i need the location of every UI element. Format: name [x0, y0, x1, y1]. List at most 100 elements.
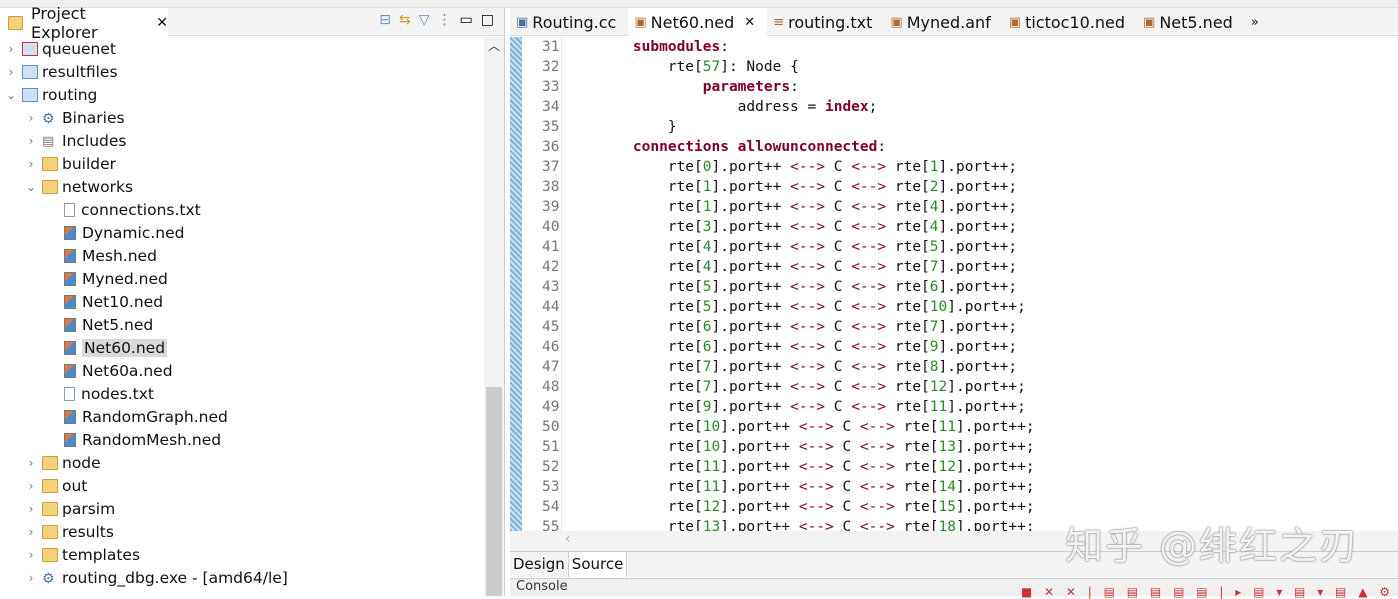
tree-item[interactable]: › ▤ Includes — [0, 129, 484, 152]
tab-source[interactable]: Source — [568, 552, 628, 577]
expand-chevron-icon[interactable]: › — [24, 525, 38, 539]
code-token: ].port++; — [947, 399, 1026, 415]
tree-item[interactable]: › ⚙ Binaries — [0, 106, 484, 129]
tree-item[interactable]: Net10.ned — [0, 290, 484, 313]
console-tab[interactable]: Console — [516, 579, 568, 594]
expand-chevron-icon[interactable]: › — [4, 42, 18, 56]
tree-item[interactable]: › ⚙ routing_dbg.exe - [amd64/le] — [0, 566, 484, 589]
tree-item[interactable]: ⌄ routing — [0, 83, 484, 106]
code-line: 35 } — [510, 117, 1035, 137]
view-menu-icon[interactable]: ⋮ — [438, 12, 452, 28]
tree-item[interactable]: › node — [0, 451, 484, 474]
expand-chevron-icon[interactable]: › — [24, 479, 38, 493]
editor-tab[interactable]: ▣ Routing.cc — [510, 8, 628, 36]
editor-tab-label: routing.txt — [788, 12, 873, 32]
tree-item[interactable]: › results — [0, 520, 484, 543]
collapse-chevron-icon[interactable]: ⌄ — [4, 88, 18, 102]
code-token: ].port++; — [955, 499, 1035, 515]
code-line: 54 rte[12].port++ <--> C <--> rte[15].po… — [510, 497, 1035, 517]
minimize-icon[interactable]: ▭ — [460, 12, 473, 28]
line-number: 50 — [542, 419, 560, 435]
tree-item[interactable]: › resultfiles — [0, 60, 484, 83]
code-token: rte[ — [886, 219, 930, 235]
tree-item[interactable]: ⌄ networks — [0, 175, 484, 198]
scrollbar-thumb[interactable] — [486, 387, 502, 596]
tree-item[interactable]: › queuenet — [0, 37, 484, 60]
binaries-icon: ⚙ — [42, 110, 55, 127]
tree-item[interactable]: Dynamic.ned — [0, 221, 484, 244]
expand-chevron-icon[interactable]: › — [24, 111, 38, 125]
arrow-operator: <--> — [859, 519, 895, 531]
code-token: C — [825, 159, 852, 175]
close-icon[interactable]: ✕ — [744, 15, 755, 30]
code-token: rte[ — [598, 159, 703, 175]
code-line: 53 rte[11].port++ <--> C <--> rte[14].po… — [510, 477, 1035, 497]
code-line: 50 rte[10].port++ <--> C <--> rte[11].po… — [510, 417, 1035, 437]
code-token: rte[ — [598, 419, 703, 435]
code-token: C — [833, 479, 860, 495]
code-token: ].port++ — [711, 279, 791, 295]
link-editor-icon[interactable]: ⇆ — [399, 12, 411, 28]
binaries-icon: ⚙ — [42, 570, 55, 587]
expand-chevron-icon[interactable]: › — [24, 571, 38, 585]
line-number: 36 — [542, 139, 560, 155]
tree-item[interactable]: Net60a.ned — [0, 359, 484, 382]
code-text: rte[6].port++ <--> C <--> rte[9].port++; — [562, 337, 1017, 357]
editor-tab[interactable]: ▣ Net60.ned ✕ — [628, 8, 768, 36]
line-number: 46 — [542, 339, 560, 355]
tabs-overflow-button[interactable]: » — [1245, 8, 1271, 36]
tree-item[interactable]: RandomGraph.ned — [0, 405, 484, 428]
tree-item[interactable]: › parsim — [0, 497, 484, 520]
expand-chevron-icon[interactable]: › — [24, 548, 38, 562]
line-number: 31 — [542, 39, 560, 55]
code-token: ].port++ — [711, 339, 791, 355]
editor-tab[interactable]: ▣ Myned.anf — [884, 8, 1002, 36]
number-literal: 8 — [929, 359, 939, 375]
collapse-chevron-icon[interactable]: ⌄ — [24, 180, 38, 194]
code-token: rte[ — [886, 239, 930, 255]
tree-item[interactable]: › out — [0, 474, 484, 497]
code-text: parameters: — [562, 77, 799, 97]
editor-tab[interactable]: ≡ routing.txt — [767, 8, 884, 36]
arrow-operator: <--> — [851, 319, 887, 335]
code-text: rte[3].port++ <--> C <--> rte[4].port++; — [562, 217, 1017, 237]
maximize-icon[interactable]: □ — [481, 12, 494, 28]
code-token: rte[ — [886, 199, 930, 215]
code-editor[interactable]: 31 submodules: 32 rte[57]: Node {33 param… — [510, 37, 1398, 531]
arrow-operator: <--> — [790, 179, 825, 195]
tree-item[interactable]: Myned.ned — [0, 267, 484, 290]
tree-item[interactable]: RandomMesh.ned — [0, 428, 484, 451]
editor-tab[interactable]: ▣ tictoc10.ned — [1003, 8, 1137, 36]
close-icon[interactable]: ✕ — [156, 15, 168, 31]
code-token: ].port++ — [720, 519, 799, 531]
code-token: C — [833, 439, 860, 455]
tab-design[interactable]: Design — [510, 552, 569, 577]
tree-item[interactable]: connections.txt — [0, 198, 484, 221]
code-token: ].port++ — [711, 399, 791, 415]
watermark: 知乎 @绯红之刃 — [1065, 524, 1360, 568]
tree-item[interactable]: › templates — [0, 543, 484, 566]
tree-item[interactable]: nodes.txt — [0, 382, 484, 405]
code-text: rte[5].port++ <--> C <--> rte[6].port++; — [562, 277, 1017, 297]
tree-item[interactable]: › builder — [0, 152, 484, 175]
expand-chevron-icon[interactable]: › — [24, 134, 38, 148]
tab-project-explorer[interactable]: Project Explorer ✕ — [0, 4, 168, 42]
tree-item[interactable]: Mesh.ned — [0, 244, 484, 267]
expand-chevron-icon[interactable]: › — [4, 65, 18, 79]
code-token: ].port++; — [938, 159, 1018, 175]
expand-chevron-icon[interactable]: › — [24, 157, 38, 171]
tree-item[interactable]: Net5.ned — [0, 313, 484, 336]
expand-chevron-icon[interactable]: › — [24, 456, 38, 470]
filter-icon[interactable]: ▽ — [419, 12, 430, 28]
vertical-scrollbar[interactable]: ︿ — [484, 37, 504, 596]
number-literal: 6 — [702, 319, 712, 335]
code-token: ].port++ — [711, 239, 791, 255]
number-literal: 11 — [702, 459, 721, 475]
code-token: ].port++; — [938, 199, 1018, 215]
collapse-all-icon[interactable]: ⊟ — [379, 12, 391, 28]
tree-item[interactable]: Net60.ned — [0, 336, 484, 359]
editor-tab[interactable]: ▣ Net5.ned — [1137, 8, 1245, 36]
code-token: C — [825, 219, 852, 235]
expand-chevron-icon[interactable]: › — [24, 502, 38, 516]
code-token: ].port++ — [720, 459, 799, 475]
